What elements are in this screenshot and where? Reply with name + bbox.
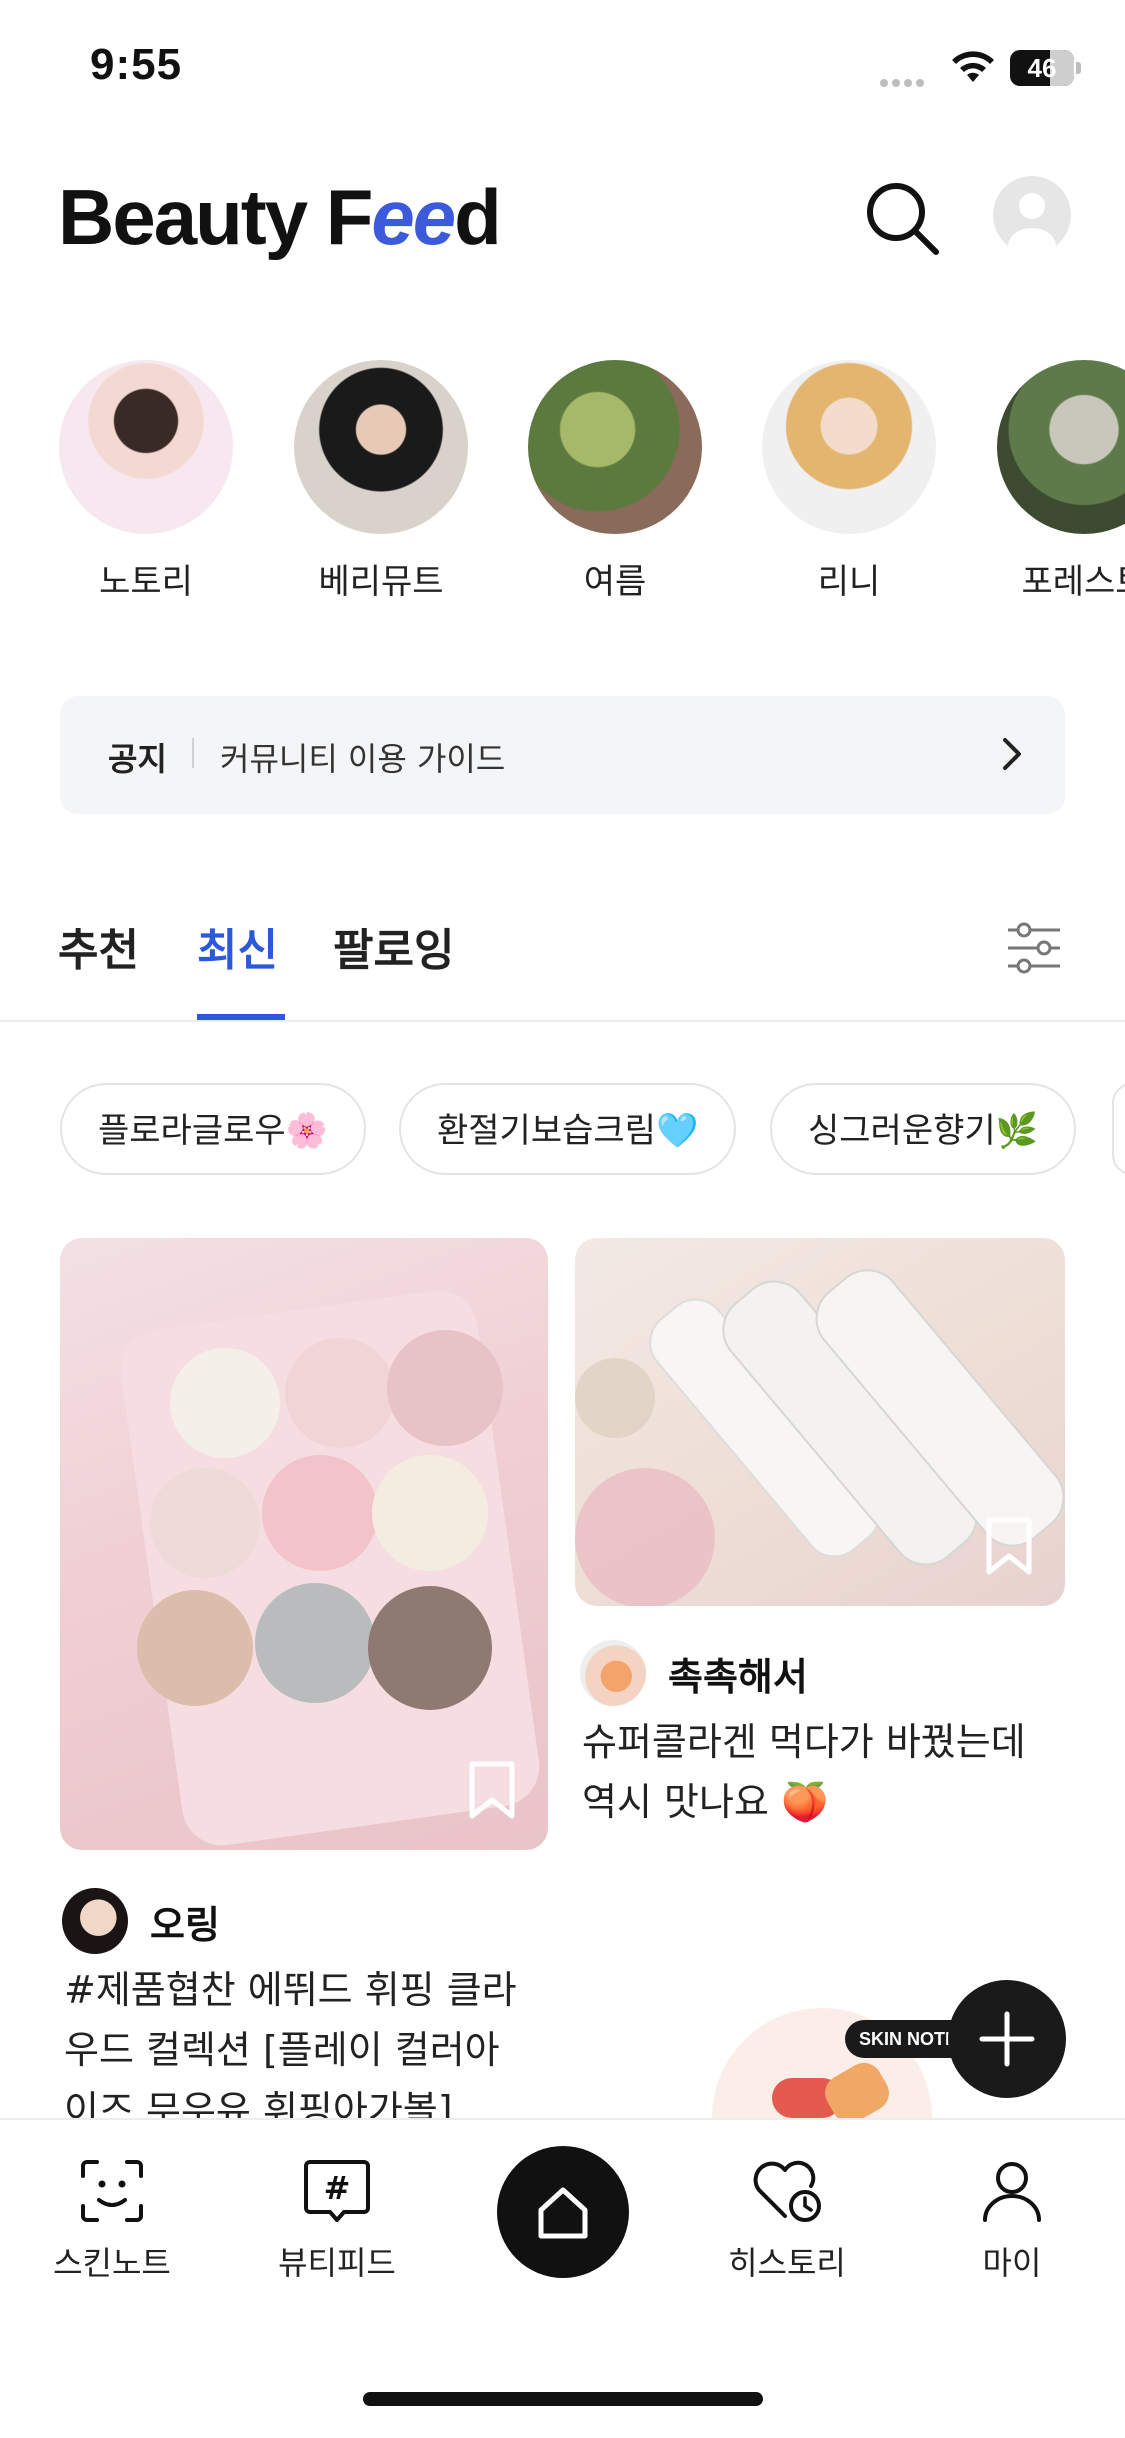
bookmark-icon[interactable]: [983, 1516, 1035, 1580]
create-post-button[interactable]: [948, 1980, 1066, 2098]
story-avatar: [997, 360, 1125, 534]
notice-banner[interactable]: 공지 커뮤니티 이용 가이드: [60, 696, 1065, 814]
nav-my[interactable]: 마이: [932, 2156, 1092, 2284]
tab-divider: [0, 1020, 1125, 1022]
story-avatar: [762, 360, 936, 534]
tab-latest[interactable]: 최신: [197, 914, 278, 978]
post-image[interactable]: [575, 1238, 1065, 1606]
caption-line: 슈퍼콜라겐 먹다가 바꿨는데: [582, 1720, 1026, 1764]
chevron-right-icon: [1001, 736, 1025, 776]
search-button[interactable]: [862, 178, 942, 258]
chip-seasonal-cream[interactable]: 환절기보습크림🩵: [399, 1083, 737, 1175]
story-avatar: [59, 360, 233, 534]
story-item[interactable]: 베리뮤트: [293, 360, 469, 603]
nav-label: 히스토리: [728, 2244, 846, 2282]
story-label: 리니: [817, 562, 881, 602]
post-author[interactable]: 오링: [62, 1888, 220, 1954]
tab-following[interactable]: 팔로잉: [333, 914, 454, 978]
post-caption[interactable]: 슈퍼콜라겐 먹다가 바꿨는데 역시 맛나요 🍑: [582, 1712, 1062, 1832]
plus-icon: [979, 2011, 1035, 2067]
chip-fresh-scent[interactable]: 싱그러운향기🌿: [770, 1083, 1077, 1175]
battery-icon: 46: [1010, 50, 1074, 86]
battery-tip: [1076, 62, 1081, 74]
story-item[interactable]: 여름: [527, 360, 703, 603]
app-logo: Beauty Feed: [58, 173, 502, 261]
notice-separator: [192, 738, 194, 768]
home-icon: [538, 2187, 588, 2239]
nav-home-button[interactable]: [497, 2146, 629, 2278]
caption-line: 우드 컬렉션 [플레이 컬러아: [64, 2028, 500, 2072]
story-item[interactable]: 리니: [761, 360, 937, 603]
story-item[interactable]: 노토리: [58, 360, 234, 603]
author-name: 촉촉해서: [668, 1654, 808, 1699]
nav-label: 스킨노트: [53, 2244, 171, 2282]
person-icon: [983, 2162, 1041, 2222]
story-label: 여름: [583, 562, 647, 602]
post-image[interactable]: [60, 1238, 548, 1850]
story-label: 포레스트: [1021, 562, 1125, 602]
caption-line: 이즈 무우유 휘핑아가볼] ...: [64, 2088, 501, 2118]
heart-history-icon: [753, 2160, 821, 2222]
search-icon: [867, 183, 939, 255]
post-author[interactable]: 촉촉해서: [580, 1640, 808, 1706]
author-avatar: [580, 1640, 646, 1706]
nav-skin-note[interactable]: 스킨노트: [32, 2156, 192, 2284]
wifi-icon: [948, 48, 998, 90]
svg-text:#: #: [324, 2169, 351, 2207]
battery-level: 46: [1027, 53, 1057, 83]
avatar-icon: [1008, 193, 1056, 254]
home-indicator: [363, 2392, 763, 2406]
author-name: 오링: [150, 1902, 220, 1947]
chip-flora-glow[interactable]: 플로라글로우🌸: [60, 1083, 367, 1175]
story-label: 노토리: [99, 562, 193, 602]
signal-dots-icon: [880, 72, 932, 87]
notice-tag: 공지: [108, 740, 167, 778]
nav-beauty-feed[interactable]: # 뷰티피드: [257, 2156, 417, 2284]
story-label: 베리뮤트: [318, 562, 444, 602]
hashtag-icon: #: [304, 2160, 370, 2222]
author-avatar: [62, 1888, 128, 1954]
bottom-nav: 스킨노트 # 뷰티피드 히스토리 마이: [0, 2118, 1125, 2438]
caption-line: 역시 맛나요 🍑: [582, 1780, 829, 1824]
story-avatar: [528, 360, 702, 534]
post-caption[interactable]: #제품협찬 에뛰드 휘핑 클라 우드 컬렉션 [플레이 컬러아 이즈 무우유 휘…: [64, 1960, 544, 2118]
nav-label: 마이: [982, 2244, 1042, 2282]
story-avatar: [294, 360, 468, 534]
eyeshadow-palette-illustration: [120, 1290, 540, 1846]
chip-more[interactable]: [1112, 1083, 1125, 1175]
notice-text: 커뮤니티 이용 가이드: [220, 740, 506, 778]
tab-recommended[interactable]: 추천: [58, 914, 139, 978]
status-time: 9:55: [90, 40, 183, 89]
filter-button[interactable]: [1004, 918, 1064, 978]
nav-label: 뷰티피드: [278, 2244, 396, 2282]
face-scan-icon: [81, 2160, 143, 2222]
sliders-icon: [1008, 922, 1060, 974]
story-item[interactable]: 포레스트: [996, 360, 1125, 603]
profile-avatar-button[interactable]: [993, 176, 1071, 254]
caption-line: #제품협찬 에뛰드 휘핑 클라: [64, 1968, 517, 2012]
bookmark-icon[interactable]: [466, 1760, 518, 1824]
nav-history[interactable]: 히스토리: [707, 2156, 867, 2284]
